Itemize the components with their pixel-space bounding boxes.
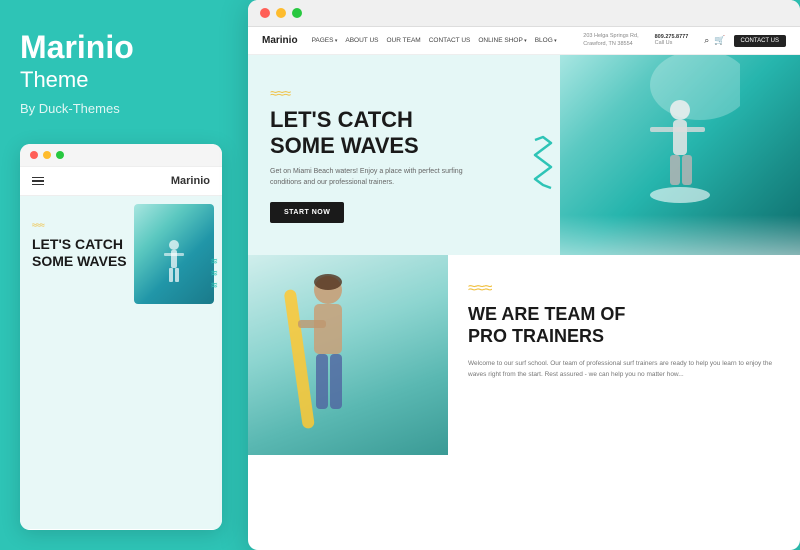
mini-dot-red <box>30 151 38 159</box>
browser-bar <box>248 0 800 27</box>
surfer-board-icon <box>268 255 388 455</box>
hero-title: LET'S CATCH SOME WAVES <box>270 107 508 158</box>
mini-browser-bar <box>20 144 222 167</box>
hero-image-area <box>560 55 800 255</box>
second-section-title: WE ARE TEAM OF PRO TRAINERS <box>468 304 780 347</box>
second-section: ≈≈≈ WE ARE TEAM OF PRO TRAINERS Welcome … <box>248 255 800 455</box>
site-nav-logo: Marinio <box>262 35 298 46</box>
nav-icons: ⌕ 🛒 <box>704 35 725 46</box>
mini-wave-image <box>134 204 214 304</box>
nav-address-line1: 203 Helga Springs Rd, <box>583 33 638 41</box>
hero-text-area: ≈≈≈ LET'S CATCH SOME WAVES Get on Miami … <box>248 55 528 255</box>
nav-link-contact[interactable]: CONTACT US <box>429 37 471 44</box>
hero-cta-button[interactable]: START NOW <box>270 202 344 223</box>
mini-nav: Marinio <box>20 167 222 196</box>
nav-link-blog[interactable]: BLOG <box>535 37 557 44</box>
second-section-image <box>248 255 448 455</box>
wave-background <box>560 55 800 255</box>
nav-phone-label: Call Us <box>655 40 689 48</box>
browser-dot-green <box>292 8 302 18</box>
mini-dot-yellow <box>43 151 51 159</box>
hero-description: Get on Miami Beach waters! Enjoy a place… <box>270 166 470 188</box>
wave-zigzag-decoration <box>533 135 555 195</box>
cart-icon[interactable]: 🛒 <box>714 35 725 46</box>
hero-zigzag-decoration: ≈≈≈ <box>270 85 508 101</box>
left-panel: Marinio Theme By Duck-Themes Marinio <box>0 0 242 550</box>
nav-link-shop[interactable]: ONLINE SHOP <box>478 37 526 44</box>
theme-subtitle: Theme <box>20 67 222 93</box>
nav-link-team[interactable]: OUR TEAM <box>387 37 421 44</box>
surfer-board-background <box>248 255 448 455</box>
mini-hamburger-icon <box>32 177 44 186</box>
mini-nav-logo: Marinio <box>171 175 210 187</box>
mini-dot-green <box>56 151 64 159</box>
nav-link-pages[interactable]: PAGES <box>312 37 338 44</box>
mini-wave-bg <box>134 204 214 304</box>
mini-browser-content: Marinio <box>20 167 222 529</box>
theme-title: Marinio <box>20 30 222 65</box>
contact-us-button[interactable]: CONTACT US <box>734 35 786 47</box>
search-icon[interactable]: ⌕ <box>704 35 709 46</box>
mini-surfer-icon <box>154 239 194 299</box>
nav-address-line2: Crawford, TN 38554 <box>583 41 638 49</box>
nav-link-about[interactable]: ABOUT US <box>345 37 378 44</box>
mini-browser-preview: Marinio <box>20 144 222 530</box>
mini-wave-decoration: ≋≋≋ <box>210 256 218 291</box>
theme-author: By Duck-Themes <box>20 101 222 116</box>
wave-foam <box>560 215 800 255</box>
mini-hero: ≋≋≋ ≈≈≈ LET'S CATCHSOME WAVES <box>20 196 222 270</box>
second-section-description: Welcome to our surf school. Our team of … <box>468 358 780 380</box>
browser-dot-yellow <box>276 8 286 18</box>
second-zigzag-decoration: ≈≈≈ <box>468 280 780 298</box>
hero-section: ≈≈≈ LET'S CATCH SOME WAVES Get on Miami … <box>248 55 800 255</box>
right-panel-browser: Marinio PAGES ABOUT US OUR TEAM CONTACT … <box>248 0 800 550</box>
second-section-text: ≈≈≈ WE ARE TEAM OF PRO TRAINERS Welcome … <box>448 255 800 455</box>
site-nav: Marinio PAGES ABOUT US OUR TEAM CONTACT … <box>248 27 800 55</box>
browser-dot-red <box>260 8 270 18</box>
